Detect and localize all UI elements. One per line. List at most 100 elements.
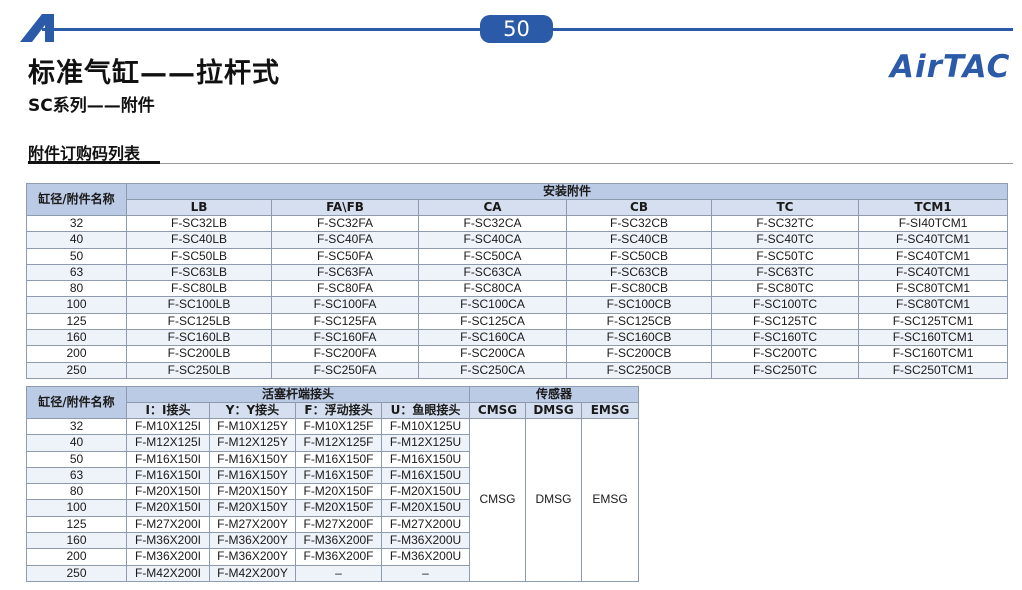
table1-group-header: 安装附件 [125, 183, 1009, 200]
order-code-cell: F-SC50CB [566, 247, 712, 265]
bore-size-cell: 80 [26, 483, 127, 501]
bore-size-cell: 200 [26, 345, 127, 363]
rod-end-code-cell: F-M20X150U [380, 483, 471, 501]
order-code-cell: F-SC100CB [566, 296, 712, 314]
order-code-cell: F-SC80TCM1 [857, 296, 1009, 314]
bore-size-cell: 250 [26, 361, 127, 379]
table1-column-header: LB [126, 199, 272, 216]
order-code-cell: F-SC250CA [418, 361, 567, 379]
bore-size-cell: 32 [26, 417, 127, 436]
bore-size-cell: 32 [26, 214, 127, 233]
rod-end-code-cell: F-M27X200I [126, 515, 210, 534]
rod-end-code-cell: F-M16X150I [126, 466, 210, 485]
table2-rod-column-header: I：I接头 [126, 402, 210, 419]
rod-end-code-cell: F-M16X150Y [209, 450, 296, 468]
table2-sensor-column-header: DMSG [525, 402, 583, 419]
table2-rod-column-header: Y：Y接头 [209, 402, 296, 419]
order-code-cell: F-SC80TC [711, 280, 859, 298]
rod-end-code-cell: F-M20X150F [295, 483, 382, 501]
order-code-cell: F-SC200LB [126, 345, 272, 363]
rod-end-code-cell: F-M16X150F [295, 450, 382, 468]
rod-end-code-cell: F-M20X150I [126, 483, 210, 501]
rod-end-code-cell: F-M42X200Y [209, 564, 296, 582]
table1-row: 250 F-SC250LB F-SC250FA F-SC250CA F-SC250CB F… [26, 361, 1009, 379]
order-code-cell: F-SC160CA [418, 329, 567, 347]
order-code-cell: F-SC200CB [566, 345, 712, 363]
sensor-code-cell: EMSG [581, 418, 640, 582]
table2-rod-column-header: U：鱼眼接头 [380, 402, 471, 419]
order-code-cell: F-SC50TC [711, 247, 859, 265]
rod-end-code-cell: F-M12X125F [295, 434, 382, 452]
table2-rod-group-header: 活塞杆端接头 [125, 386, 471, 403]
rod-end-and-sensor-table: 缸径/附件名称 活塞杆端接头 传感器 I：I接头 Y：Y接头 F：浮动接头 U：鱼眼接… [26, 386, 640, 582]
bore-size-cell: 80 [26, 280, 127, 298]
table1-row: 63 F-SC63LB F-SC63FA F-SC63CA F-SC63CB F-SC63… [26, 263, 1009, 282]
order-code-cell: F-SC200TC [711, 345, 859, 363]
rod-end-code-cell: F-M12X125Y [209, 434, 296, 452]
rod-end-code-cell: – [380, 564, 471, 582]
page-number-badge: 50 [480, 15, 553, 43]
order-code-cell: F-SC100FA [271, 296, 419, 314]
order-code-cell: F-SC32FA [271, 214, 419, 233]
table2-corner-header: 缸径/附件名称 [26, 386, 127, 419]
rod-end-code-cell: F-M16X150U [380, 466, 471, 485]
table2-rod-column-header: F：浮动接头 [295, 402, 382, 419]
order-code-cell: F-SC160TC [711, 329, 859, 347]
rod-end-code-cell: F-M36X200I [126, 548, 210, 566]
order-code-cell: F-SC40CA [418, 231, 567, 249]
rod-end-code-cell: F-M10X125U [380, 417, 471, 436]
bore-size-cell: 100 [26, 296, 127, 314]
order-code-cell: F-SC50CA [418, 247, 567, 265]
order-code-cell: F-SC200FA [271, 345, 419, 363]
order-code-cell: F-SC63TC [711, 263, 859, 282]
svg-text:AirTAC: AirTAC [888, 49, 1010, 83]
page-subtitle: SC系列——附件 [28, 96, 155, 116]
order-code-cell: F-SC160FA [271, 329, 419, 347]
order-code-cell: F-SC63LB [126, 263, 272, 282]
order-code-cell: F-SC200CA [418, 345, 567, 363]
section-rule-accent [28, 161, 160, 164]
order-code-cell: F-SC125FA [271, 312, 419, 331]
bore-size-cell: 63 [26, 263, 127, 282]
order-code-cell: F-SC100LB [126, 296, 272, 314]
order-code-cell: F-SC80CA [418, 280, 567, 298]
order-code-cell: F-SC40FA [271, 231, 419, 249]
table1-row: 80 F-SC80LB F-SC80FA F-SC80CA F-SC80CB F-SC80… [26, 280, 1009, 298]
order-code-cell: F-SC100CA [418, 296, 567, 314]
rod-end-code-cell: F-M36X200Y [209, 532, 296, 550]
order-code-cell: F-SC250CB [566, 361, 712, 379]
order-code-cell: F-SI40TCM1 [857, 214, 1009, 233]
table2-sensor-group-header: 传感器 [469, 386, 640, 403]
order-code-cell: F-SC125LB [126, 312, 272, 331]
table1-column-header: TC [711, 199, 859, 216]
airtac-brand-logo: AirTAC [888, 49, 1010, 83]
rod-end-code-cell: F-M16X150U [380, 450, 471, 468]
rod-end-code-cell: F-M16X150Y [209, 466, 296, 485]
bore-size-cell: 125 [26, 515, 127, 534]
order-code-cell: F-SC160TCM1 [857, 329, 1009, 347]
airtac-corner-logo-icon [20, 14, 54, 42]
header-rule-right [553, 28, 1013, 31]
rod-end-code-cell: F-M27X200Y [209, 515, 296, 534]
order-code-cell: F-SC160CB [566, 329, 712, 347]
rod-end-code-cell: – [295, 564, 382, 582]
bore-size-cell: 63 [26, 466, 127, 485]
order-code-cell: F-SC32TC [711, 214, 859, 233]
table2-row: 32 F-M10X125I F-M10X125Y F-M10X125F F-M10X12… [26, 417, 640, 582]
order-code-cell: F-SC63CB [566, 263, 712, 282]
rod-end-code-cell: F-M16X150I [126, 450, 210, 468]
rod-end-code-cell: F-M10X125F [295, 417, 382, 436]
sensor-code-cell: CMSG [469, 418, 527, 582]
order-code-cell: F-SC40TC [711, 231, 859, 249]
rod-end-code-cell: F-M27X200U [380, 515, 471, 534]
order-code-cell: F-SC125CA [418, 312, 567, 331]
header-rule-left [42, 28, 480, 31]
bore-size-cell: 40 [26, 231, 127, 249]
section-rule [28, 163, 1013, 164]
rod-end-code-cell: F-M36X200F [295, 532, 382, 550]
mounting-accessories-table: 缸径/附件名称 安装附件 LB FA\FB CA CB TC TCM1 32 F-SC32L… [26, 183, 1009, 379]
order-code-cell: F-SC50FA [271, 247, 419, 265]
rod-end-code-cell: F-M16X150F [295, 466, 382, 485]
rod-end-code-cell: F-M12X125I [126, 434, 210, 452]
order-code-cell: F-SC100TC [711, 296, 859, 314]
